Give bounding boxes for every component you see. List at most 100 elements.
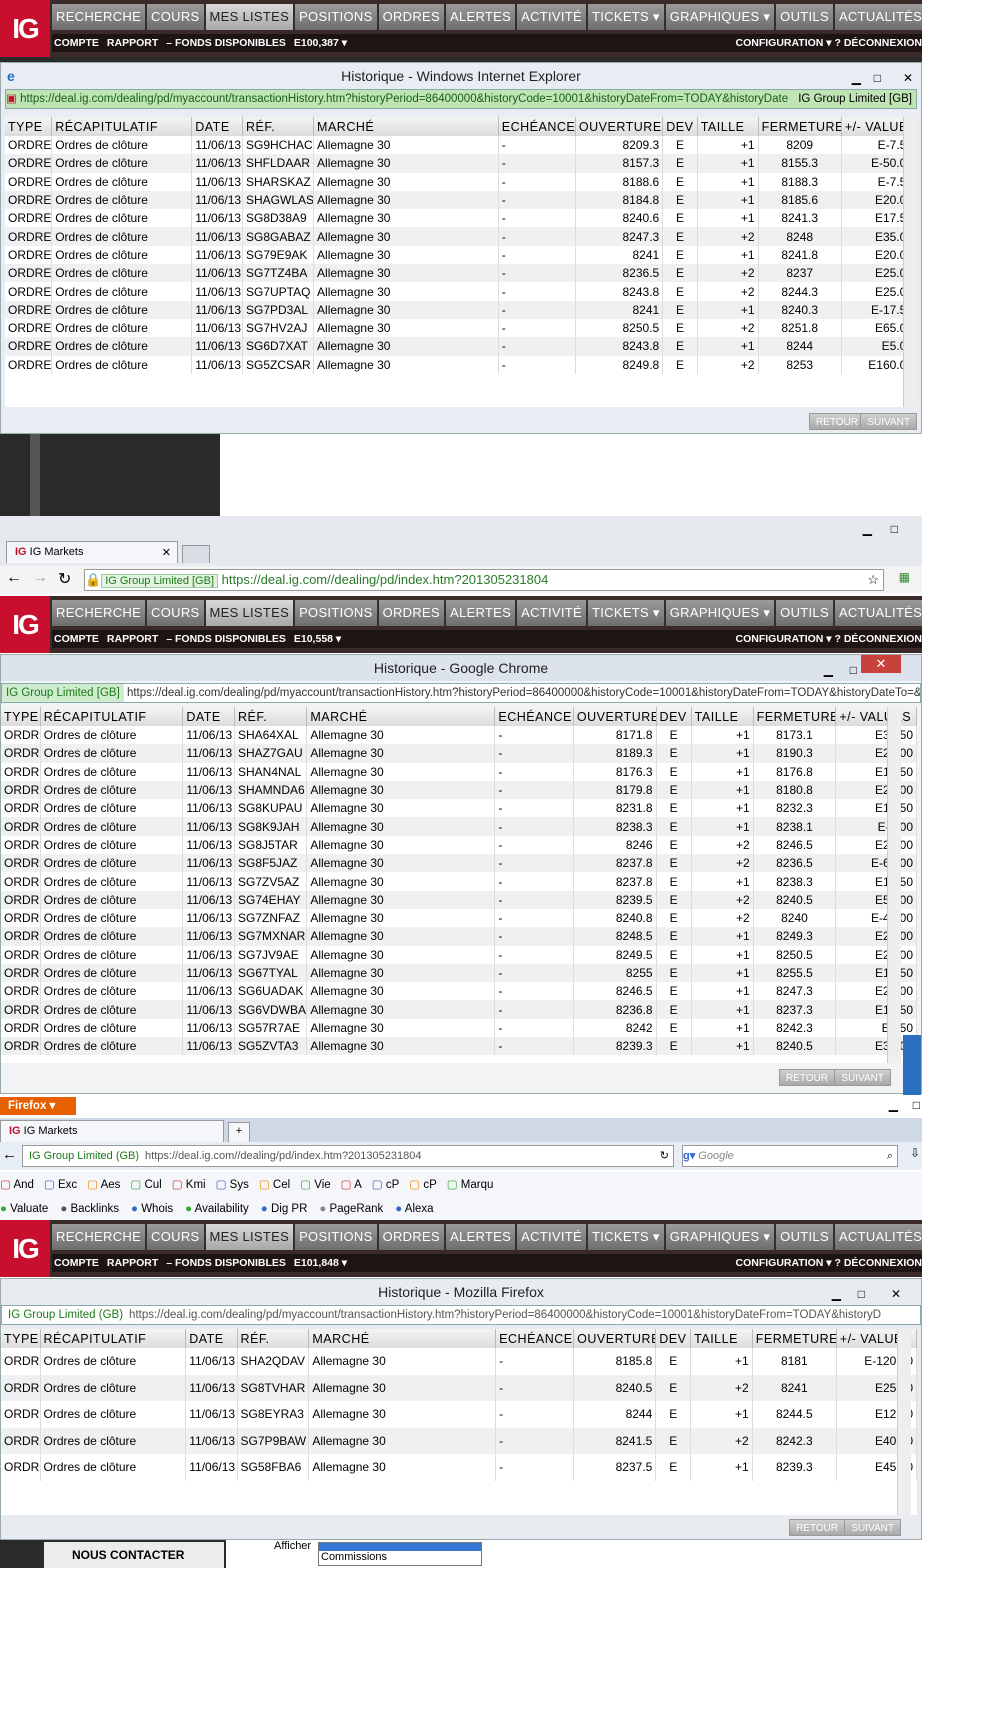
compte-link[interactable]: COMPTE: [54, 630, 99, 648]
column-header[interactable]: RÉCAPITULATIF: [40, 1329, 187, 1348]
column-header[interactable]: TYPE: [1, 1329, 41, 1348]
table-row[interactable]: ORDRE Ordres de clôture 11/06/13 SG7UPTAQ Al…: [5, 282, 917, 301]
menu-item[interactable]: ACTUALITÉS: [834, 4, 922, 30]
address-bar[interactable]: IG Group Limited [GB] https://deal.ig.co…: [1, 683, 921, 703]
menu-item[interactable]: COURS: [147, 4, 204, 30]
table-row[interactable]: ORDREOrdres de clôture11/06/13SG5ZVTA3Al…: [1, 1037, 917, 1056]
minimize-button[interactable]: ▁: [863, 522, 872, 536]
table-row[interactable]: ORDREOrdres de clôture11/06/13SG8EYRA3Al…: [1, 1401, 917, 1428]
table-row[interactable]: ORDRE Ordres de clôture 11/06/13 SHARSKAZ Al…: [5, 172, 917, 191]
bookmark-item[interactable]: ● Backlinks: [60, 1203, 119, 1215]
table-row[interactable]: ORDREOrdres de clôture11/06/13SHAZ7GAUAl…: [1, 744, 917, 763]
back-icon[interactable]: ←: [2, 1146, 17, 1163]
bookmark-item[interactable]: ▢ cP: [409, 1179, 436, 1191]
column-header[interactable]: ECHÉANCE: [494, 707, 574, 726]
table-row[interactable]: ORDREOrdres de clôture11/06/13SG58FBA6Al…: [1, 1454, 917, 1481]
column-header[interactable]: FERMETURE: [753, 707, 837, 726]
minimize-button[interactable]: ▁: [889, 1098, 898, 1112]
table-row[interactable]: ORDREOrdres de clôture11/06/13SG8TVHARAl…: [1, 1374, 917, 1401]
table-row[interactable]: ORDREOrdres de clôture11/06/13SHAMNDA6Al…: [1, 780, 917, 800]
config-menu[interactable]: CONFIGURATION ▾ ? DÉCONNEXION: [736, 1254, 923, 1272]
forward-icon[interactable]: →: [32, 569, 48, 587]
menu-item[interactable]: ACTIVITÉ: [517, 600, 587, 626]
minimize-button[interactable]: ▁: [852, 65, 861, 91]
menu-item[interactable]: GRAPHIQUES ▾: [665, 4, 775, 30]
menu-item[interactable]: POSITIONS: [295, 1224, 377, 1250]
table-row[interactable]: ORDRE Ordres de clôture 11/06/13 SHFLDAAR Al…: [5, 154, 917, 173]
menu-item[interactable]: OUTILS: [776, 4, 833, 30]
rapport-link[interactable]: RAPPORT: [107, 34, 158, 52]
menu-item[interactable]: COURS: [147, 600, 204, 626]
menu-item[interactable]: OUTILS: [776, 600, 833, 626]
table-row[interactable]: ORDREOrdres de clôture11/06/13SG67TYALAl…: [1, 963, 917, 983]
bookmark-item[interactable]: ● Alexa: [395, 1203, 433, 1215]
reload-icon[interactable]: ↻: [58, 569, 71, 589]
menu-item[interactable]: POSITIONS: [295, 4, 377, 30]
reload-icon[interactable]: ↻: [660, 1146, 669, 1166]
menu-item[interactable]: GRAPHIQUES ▾: [665, 1224, 775, 1250]
column-header[interactable]: TYPE: [1, 707, 41, 726]
menu-item[interactable]: ORDRES: [378, 4, 444, 30]
menu-item[interactable]: RECHERCHE: [52, 1224, 146, 1250]
column-header[interactable]: ECHÉANCE: [498, 117, 576, 136]
bookmark-item[interactable]: ▢ And: [0, 1179, 34, 1191]
rapport-link[interactable]: RAPPORT: [107, 1254, 158, 1272]
afficher-select[interactable]: Commissions: [318, 1542, 482, 1566]
close-icon[interactable]: ✕: [891, 1281, 901, 1307]
column-header[interactable]: ECHÉANCE: [495, 1329, 575, 1348]
table-row[interactable]: ORDREOrdres de clôture11/06/13SHA64XALAl…: [1, 726, 917, 745]
bookmark-item[interactable]: ● PageRank: [319, 1203, 383, 1215]
scrollbar[interactable]: [897, 1329, 911, 1515]
column-header[interactable]: OUVERTURE: [575, 117, 664, 136]
search-box[interactable]: g▾ Google ⌕: [682, 1145, 898, 1167]
column-header[interactable]: DATE: [182, 707, 235, 726]
maximize-button[interactable]: □: [850, 657, 857, 683]
menu-item[interactable]: ACTUALITÉS: [834, 1224, 922, 1250]
config-menu[interactable]: CONFIGURATION ▾ ? DÉCONNEXION: [736, 630, 923, 648]
maximize-button[interactable]: □: [913, 1098, 920, 1112]
column-header[interactable]: DATE: [185, 1329, 238, 1348]
table-row[interactable]: ORDREOrdres de clôture11/06/13SG7ZV5AZAl…: [1, 872, 917, 891]
menu-item[interactable]: RECHERCHE: [52, 4, 146, 30]
table-row[interactable]: ORDRE Ordres de clôture 11/06/13 SG5ZCSAR Al…: [5, 355, 917, 374]
column-header[interactable]: OUVERTURE: [573, 707, 657, 726]
tab-ig-markets[interactable]: IG IG Markets ✕: [6, 541, 178, 563]
search-icon[interactable]: ⌕: [887, 1146, 893, 1166]
funds-value[interactable]: E10,558 ▾: [294, 630, 341, 648]
column-header[interactable]: TYPE: [5, 117, 53, 136]
scrollbar[interactable]: [887, 707, 901, 1063]
column-header[interactable]: RÉCAPITULATIF: [51, 117, 193, 136]
column-header[interactable]: +/- VALUES: [835, 707, 917, 726]
menu-item[interactable]: TICKETS ▾: [588, 4, 664, 30]
bookmark-item[interactable]: ● Availability: [185, 1203, 249, 1215]
minimize-button[interactable]: ▁: [832, 1281, 841, 1307]
table-row[interactable]: ORDRE Ordres de clôture 11/06/13 SG8D38A9 Al…: [5, 209, 917, 228]
url-bar[interactable]: IG Group Limited (GB) https://deal.ig.com…: [22, 1145, 674, 1167]
column-header[interactable]: TAILLE: [691, 707, 754, 726]
menu-item[interactable]: COURS: [147, 1224, 204, 1250]
column-header[interactable]: MARCHÉ: [306, 707, 496, 726]
table-row[interactable]: ORDREOrdres de clôture11/06/13SHAN4NALAl…: [1, 762, 917, 781]
menu-item[interactable]: ALERTES: [446, 4, 516, 30]
menu-item[interactable]: ORDRES: [378, 600, 444, 626]
column-header[interactable]: RÉF.: [242, 117, 315, 136]
table-row[interactable]: ORDREOrdres de clôture11/06/13SG6VDWBAAl…: [1, 1000, 917, 1019]
ig-logo[interactable]: IG: [0, 1220, 50, 1277]
bookmark-item[interactable]: ● Whois: [131, 1203, 173, 1215]
table-row[interactable]: ORDREOrdres de clôture11/06/13SG8KUPAUAl…: [1, 799, 917, 818]
menu-item[interactable]: POSITIONS: [295, 600, 377, 626]
compte-link[interactable]: COMPTE: [54, 1254, 99, 1272]
table-row[interactable]: ORDREOrdres de clôture11/06/13SG7P9BAWAl…: [1, 1427, 917, 1454]
bookmark-item[interactable]: ▢ Exc: [44, 1179, 77, 1191]
table-row[interactable]: ORDREOrdres de clôture11/06/13SG7ZNFAZAl…: [1, 908, 917, 928]
minimize-button[interactable]: ▁: [824, 657, 833, 683]
column-header[interactable]: FERMETURE: [752, 1329, 837, 1348]
column-header[interactable]: RÉCAPITULATIF: [40, 707, 184, 726]
close-icon[interactable]: ✕: [903, 65, 913, 91]
new-tab-button[interactable]: +: [228, 1122, 250, 1142]
extension-icon[interactable]: ▦: [899, 570, 910, 584]
ig-logo[interactable]: IG: [0, 596, 50, 653]
menu-item[interactable]: TICKETS ▾: [588, 600, 664, 626]
table-row[interactable]: ORDRE Ordres de clôture 11/06/13 SG7TZ4BA Al…: [5, 264, 917, 283]
bookmark-item[interactable]: ▢ Sys: [216, 1179, 249, 1191]
